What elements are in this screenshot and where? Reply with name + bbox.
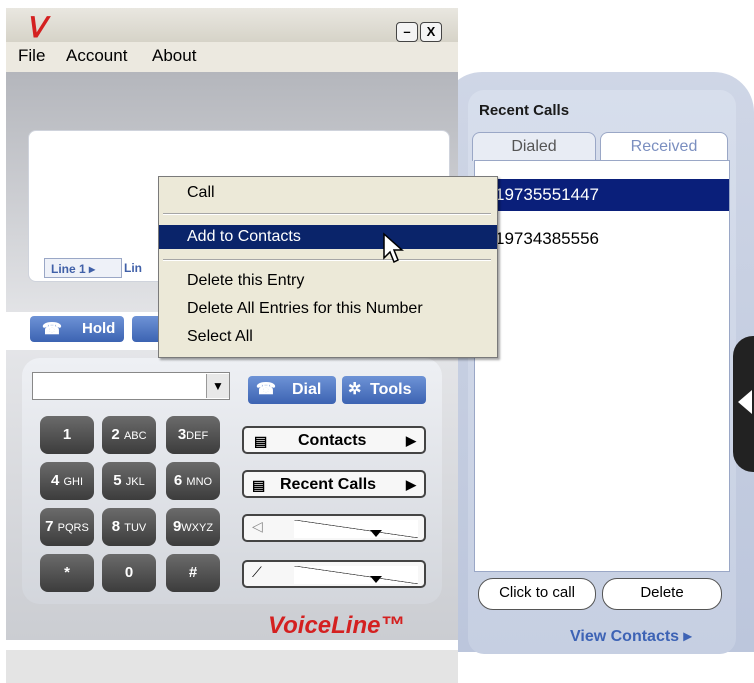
phone-icon: ☎ <box>42 321 62 338</box>
menu-item-add-to-contacts[interactable]: Add to Contacts <box>159 225 497 249</box>
key-5[interactable]: 5 JKL <box>102 462 156 500</box>
key-hash[interactable]: # <box>166 554 220 592</box>
hold-button[interactable]: ☎ Hold <box>30 316 124 342</box>
tab-dialed[interactable]: Dialed <box>472 132 596 161</box>
key-star[interactable]: * <box>40 554 94 592</box>
microphone-icon: ⟋ <box>252 564 262 580</box>
microphone-volume-slider[interactable]: ⟋ <box>242 560 426 588</box>
dial-label: Dial <box>292 381 322 398</box>
key-1[interactable]: 1 <box>40 416 94 454</box>
key-6[interactable]: 6 MNO <box>166 462 220 500</box>
mouse-pointer-icon <box>383 232 404 264</box>
phone-icon: ☎ <box>256 381 276 398</box>
speaker-volume-slider[interactable]: ◁ <box>242 514 426 542</box>
menu-separator <box>163 213 491 215</box>
key-9[interactable]: 9WXYZ <box>166 508 220 546</box>
key-3[interactable]: 3DEF <box>166 416 220 454</box>
status-bar <box>6 650 458 683</box>
brand-logo: VoiceLine™ <box>268 612 405 639</box>
recent-calls-button[interactable]: ▤ Recent Calls ▶ <box>242 470 426 498</box>
tools-label: Tools <box>370 381 412 398</box>
contacts-button[interactable]: ▤ Contacts ▶ <box>242 426 426 454</box>
menu-item-delete-all-entries[interactable]: Delete All Entries for this Number <box>159 297 497 321</box>
menu-account[interactable]: Account <box>66 46 127 66</box>
volume-wedge <box>294 566 418 584</box>
speaker-icon: ◁ <box>252 518 263 534</box>
delete-button[interactable]: Delete <box>602 578 722 610</box>
tab-received[interactable]: Received <box>600 132 728 161</box>
menu-item-select-all[interactable]: Select All <box>159 325 497 349</box>
click-to-call-button[interactable]: Click to call <box>478 578 596 610</box>
menu-item-delete-entry[interactable]: Delete this Entry <box>159 269 497 293</box>
close-button[interactable]: X <box>420 22 442 42</box>
context-menu: Call Add to Contacts Delete this Entry D… <box>158 176 498 358</box>
key-2[interactable]: 2 ABC <box>102 416 156 454</box>
list-item[interactable]: 19735551447 <box>475 179 729 211</box>
dial-number-input[interactable] <box>32 372 230 400</box>
menu-about[interactable]: About <box>152 46 196 66</box>
menu-file[interactable]: File <box>18 46 45 66</box>
view-contacts-link[interactable]: View Contacts ▸ <box>570 626 692 646</box>
tools-button[interactable]: ✲ Tools <box>342 376 426 404</box>
recent-calls-list[interactable]: 19735551447 19734385556 <box>474 160 730 572</box>
dial-button[interactable]: ☎ Dial <box>248 376 336 404</box>
minimize-button[interactable]: – <box>396 22 418 42</box>
contacts-label: Contacts <box>298 432 367 449</box>
chevron-left-icon <box>738 390 752 414</box>
chevron-down-icon[interactable]: ▼ <box>206 374 229 398</box>
title-bar: ᐯ <box>6 8 458 42</box>
hold-label: Hold <box>82 320 116 337</box>
chevron-right-icon: ▶ <box>406 433 416 448</box>
volume-wedge <box>294 520 418 538</box>
slider-knob[interactable] <box>370 576 382 583</box>
recent-calls-title: Recent Calls <box>479 102 570 119</box>
gear-icon: ✲ <box>348 381 362 398</box>
tab-line-1[interactable]: Line 1 ▸ <box>44 258 122 278</box>
key-8[interactable]: 8 TUV <box>102 508 156 546</box>
address-book-icon: ▤ <box>254 433 268 449</box>
tab-line-2[interactable]: Lin <box>124 258 158 278</box>
menu-item-call[interactable]: Call <box>159 181 497 205</box>
menu-separator <box>163 259 491 261</box>
voiceline-logo-icon: ᐯ <box>26 12 46 43</box>
slider-knob[interactable] <box>370 530 382 537</box>
document-icon: ▤ <box>252 477 266 493</box>
key-7[interactable]: 7 PQRS <box>40 508 94 546</box>
recent-calls-label: Recent Calls <box>280 476 377 493</box>
key-0[interactable]: 0 <box>102 554 156 592</box>
chevron-right-icon: ▶ <box>406 477 416 492</box>
list-item[interactable]: 19734385556 <box>475 223 729 255</box>
key-4[interactable]: 4 GHI <box>40 462 94 500</box>
